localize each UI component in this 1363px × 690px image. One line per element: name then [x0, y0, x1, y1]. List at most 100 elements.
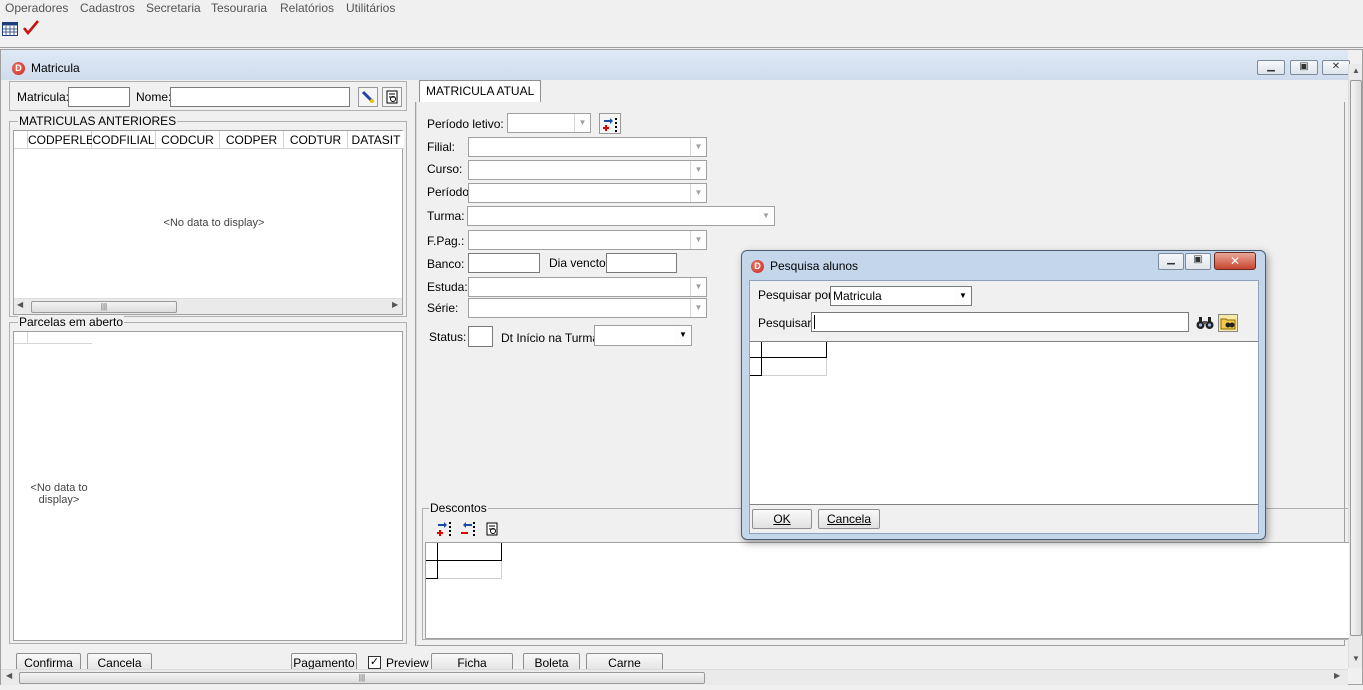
window-scroll-thumb[interactable]: |||: [19, 672, 705, 684]
periodo-select[interactable]: ▼: [468, 183, 707, 203]
filial-select[interactable]: ▼: [468, 137, 707, 157]
checkmark-icon[interactable]: [23, 20, 39, 36]
dialog-title: Pesquisa alunos: [770, 259, 859, 273]
add-discount-icon[interactable]: [435, 520, 453, 538]
chevron-down-icon[interactable]: ▼: [690, 161, 706, 179]
matricula-input[interactable]: [68, 87, 130, 107]
curso-label: Curso:: [427, 162, 463, 176]
chevron-down-icon[interactable]: ▼: [690, 299, 706, 317]
status-input[interactable]: [468, 326, 493, 347]
app-menubar: Operadores Cadastros Secretaria Tesourar…: [0, 0, 1363, 16]
dialog-restore-button[interactable]: ▣: [1185, 253, 1211, 270]
chevron-down-icon[interactable]: ▼: [758, 207, 774, 225]
alunos-grid[interactable]: [750, 341, 1258, 505]
dialog-cancela-button[interactable]: Cancela: [818, 509, 880, 529]
estuda-select[interactable]: ▼: [468, 277, 707, 297]
nome-label: Nome:: [136, 90, 172, 104]
document-search-icon[interactable]: [382, 87, 402, 107]
menu-relatorios[interactable]: Relatórios: [280, 1, 334, 15]
chevron-down-icon[interactable]: ▼: [690, 138, 706, 156]
close-button[interactable]: ✕: [1322, 60, 1350, 75]
folder-search-icon[interactable]: [1218, 314, 1238, 332]
no-data-line1: <No data to: [30, 482, 88, 494]
ok-button[interactable]: OK: [752, 509, 812, 529]
dia-vencto-label: Dia vencto:: [549, 256, 610, 270]
app-logo-icon: D: [12, 62, 25, 75]
search-panel: Matricula: Nome:: [9, 81, 407, 111]
scroll-down-icon[interactable]: ▼: [1352, 654, 1360, 663]
no-data-text: <No data to display>: [14, 482, 104, 506]
grid-scroll-thumb[interactable]: |||: [31, 301, 177, 313]
matriculas-anteriores-grid[interactable]: CODPERLE CODFILIAL CODCUR CODPER CODTUR …: [13, 130, 404, 315]
document-search-icon[interactable]: [483, 520, 501, 538]
menu-tesouraria[interactable]: Tesouraria: [211, 1, 267, 15]
menu-utilitarios[interactable]: Utilitários: [346, 1, 395, 15]
row-indicator-header: [14, 332, 28, 344]
periodo-letivo-select[interactable]: ▼: [507, 113, 591, 133]
turma-select[interactable]: ▼: [467, 206, 775, 226]
pesquisar-label: Pesquisar:: [758, 316, 815, 330]
restore-button[interactable]: ▣: [1290, 60, 1318, 75]
periodo-label: Período:: [427, 185, 473, 199]
filial-label: Filial:: [427, 140, 456, 154]
chevron-down-icon[interactable]: ▼: [574, 114, 590, 132]
dialog-minimize-button[interactable]: ▁: [1158, 253, 1184, 270]
vertical-scroll-thumb[interactable]: [1350, 80, 1362, 636]
remove-discount-icon[interactable]: [459, 520, 477, 538]
menu-cadastros[interactable]: Cadastros: [80, 1, 135, 15]
descontos-caption: Descontos: [429, 501, 488, 515]
scroll-right-icon[interactable]: ▶: [392, 300, 398, 309]
tab-matricula-atual[interactable]: MATRICULA ATUAL: [419, 80, 542, 102]
column-header[interactable]: CODFILIAL: [92, 131, 156, 149]
periodo-letivo-label: Período letivo:: [427, 117, 504, 131]
ok-label: OK: [773, 512, 791, 526]
dt-inicio-select[interactable]: ▼: [594, 325, 692, 346]
menu-secretaria[interactable]: Secretaria: [146, 1, 201, 15]
column-header[interactable]: CODPERLE: [28, 131, 94, 149]
parcelas-grid[interactable]: <No data to display>: [13, 331, 403, 641]
banco-input[interactable]: [468, 253, 540, 273]
curso-select[interactable]: ▼: [468, 160, 707, 180]
descontos-grid[interactable]: [425, 542, 1349, 639]
pesquisar-por-select[interactable]: Matricula ▼: [830, 286, 972, 306]
vertical-scrollbar[interactable]: ▲ ▼: [1348, 64, 1362, 668]
dia-vencto-input[interactable]: [606, 253, 677, 273]
preview-checkbox[interactable]: ✓: [368, 656, 381, 669]
turma-label: Turma:: [427, 209, 465, 223]
grid-horizontal-scrollbar[interactable]: ◀ ||| ▶: [14, 298, 402, 314]
chevron-down-icon[interactable]: ▼: [675, 326, 691, 344]
menu-operadores[interactable]: Operadores: [5, 1, 68, 15]
app-logo-icon: D: [751, 260, 764, 273]
column-header[interactable]: CODPER: [220, 131, 284, 149]
flashlight-icon[interactable]: [358, 87, 378, 107]
binoculars-icon[interactable]: [1196, 314, 1214, 331]
chevron-down-icon[interactable]: ▼: [690, 278, 706, 296]
pesquisar-por-label: Pesquisar por:: [758, 288, 836, 302]
column-header[interactable]: CODTUR: [284, 131, 348, 149]
column-header: [28, 332, 92, 344]
pesquisar-input[interactable]: [811, 312, 1189, 332]
column-header[interactable]: DATASIT: [348, 131, 404, 149]
scroll-right-icon[interactable]: ▶: [1334, 671, 1340, 680]
app-toolbar: [0, 16, 1363, 48]
dialog-body: Pesquisar por: Matricula ▼ Pesquisar: OK…: [749, 280, 1259, 534]
chevron-down-icon[interactable]: ▼: [690, 184, 706, 202]
chevron-down-icon[interactable]: ▼: [955, 287, 971, 305]
pesquisa-alunos-dialog: D Pesquisa alunos ▁ ▣ ✕ Pesquisar por: M…: [741, 250, 1266, 540]
minimize-button[interactable]: ▁: [1257, 60, 1285, 75]
calendar-icon[interactable]: [2, 22, 18, 36]
window-horizontal-scrollbar[interactable]: ◀ ||| ▶: [1, 669, 1348, 685]
chevron-down-icon[interactable]: ▼: [690, 231, 706, 249]
serie-select[interactable]: ▼: [468, 298, 707, 318]
matricula-label: Matricula:: [17, 90, 70, 104]
cancela-label: Cancela: [826, 512, 872, 526]
add-record-icon[interactable]: [599, 113, 621, 134]
scroll-left-icon[interactable]: ◀: [17, 300, 23, 309]
nome-input[interactable]: [170, 87, 350, 107]
scroll-left-icon[interactable]: ◀: [6, 671, 12, 680]
dialog-close-button[interactable]: ✕: [1214, 252, 1256, 270]
fpag-select[interactable]: ▼: [468, 230, 707, 250]
serie-label: Série:: [427, 301, 459, 315]
column-header[interactable]: CODCUR: [156, 131, 220, 149]
scroll-up-icon[interactable]: ▲: [1352, 66, 1360, 75]
